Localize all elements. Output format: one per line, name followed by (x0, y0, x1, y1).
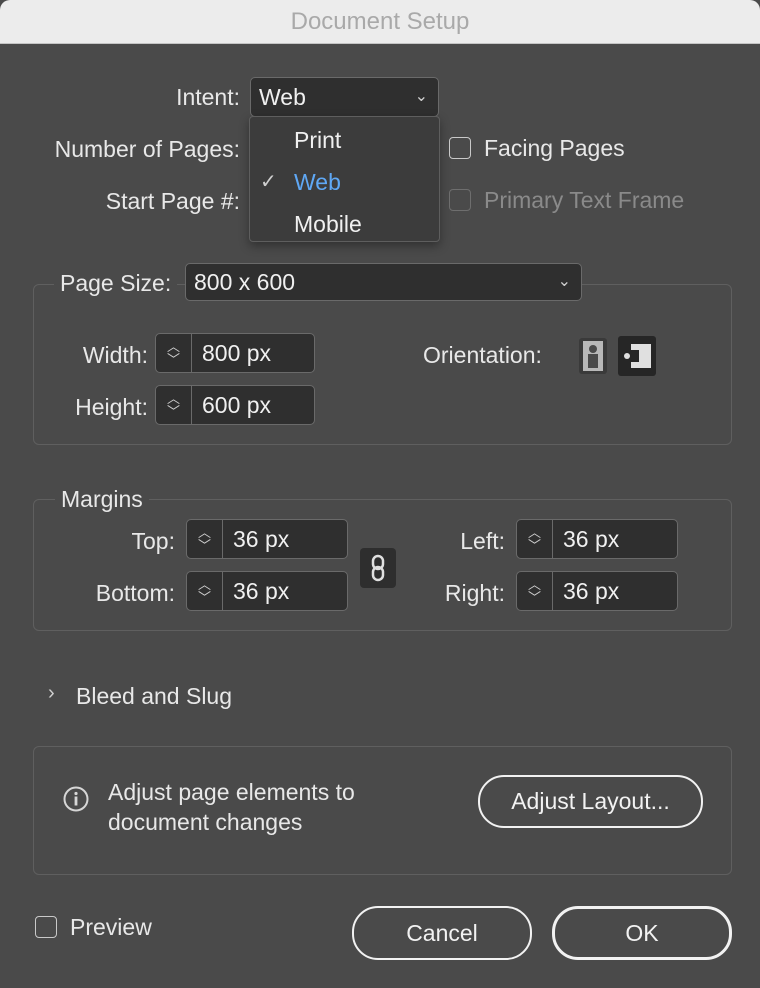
page-size-select[interactable]: 800 x 600 ⌄ (185, 263, 582, 301)
chain-link-icon (371, 554, 385, 582)
chevron-down-icon: ⌄ (414, 88, 428, 105)
margin-right-label: Right: (444, 580, 505, 606)
stepper-arrows-icon[interactable]: ︿ ﹀ (187, 520, 223, 558)
adjust-text-line2: document changes (108, 809, 303, 835)
window-title: Document Setup (290, 7, 470, 35)
bleed-and-slug-disclosure[interactable]: › Bleed and Slug (46, 680, 276, 714)
orientation-label: Orientation: (423, 342, 542, 368)
portrait-icon (579, 338, 607, 374)
margin-top-label: Top: (131, 528, 175, 554)
intent-value: Web (259, 83, 306, 110)
width-stepper[interactable]: ︿ ﹀ 800 px (155, 333, 315, 373)
chevron-down-icon: ⌄ (557, 273, 571, 290)
number-of-pages-label: Number of Pages: (54, 136, 240, 162)
bleed-and-slug-label: Bleed and Slug (76, 683, 233, 709)
height-value[interactable]: 600 px (192, 386, 314, 424)
facing-pages-label: Facing Pages (484, 135, 625, 161)
primary-text-frame-checkbox[interactable] (449, 189, 471, 211)
landscape-orientation-button[interactable] (617, 335, 657, 377)
page-size-label: Page Size: (54, 270, 178, 297)
margin-right-value[interactable]: 36 px (553, 572, 677, 610)
facing-pages-checkbox[interactable] (449, 137, 471, 159)
stepper-arrows-icon[interactable]: ︿ ﹀ (187, 572, 223, 610)
stepper-arrows-icon[interactable]: ︿ ﹀ (156, 386, 192, 424)
link-margins-button[interactable] (360, 548, 396, 588)
height-stepper[interactable]: ︿ ﹀ 600 px (155, 385, 315, 425)
margin-left-stepper[interactable]: ︿ ﹀ 36 px (516, 519, 678, 559)
height-label: Height: (75, 394, 148, 420)
intent-select[interactable]: Web ⌄ (250, 77, 439, 117)
title-bar: Document Setup (0, 0, 760, 44)
intent-option-print[interactable]: Print (250, 119, 439, 159)
start-page-label: Start Page #: (105, 188, 240, 214)
page-size-value: 800 x 600 (194, 268, 296, 295)
stepper-arrows-icon[interactable]: ︿ ﹀ (156, 334, 192, 372)
preview-checkbox[interactable] (35, 916, 57, 938)
portrait-orientation-button[interactable] (578, 337, 608, 375)
margin-top-value[interactable]: 36 px (223, 520, 347, 558)
margin-bottom-stepper[interactable]: ︿ ﹀ 36 px (186, 571, 348, 611)
width-label: Width: (82, 342, 148, 368)
checkmark-icon: ✓ (260, 171, 277, 193)
cancel-button[interactable]: Cancel (352, 906, 532, 960)
margin-bottom-value[interactable]: 36 px (223, 572, 347, 610)
width-value[interactable]: 800 px (192, 334, 314, 372)
landscape-icon (618, 336, 656, 376)
margin-bottom-label: Bottom: (95, 580, 175, 606)
margins-title: Margins (55, 486, 149, 513)
chevron-right-icon: › (48, 682, 55, 704)
margin-left-value[interactable]: 36 px (553, 520, 677, 558)
margin-right-stepper[interactable]: ︿ ﹀ 36 px (516, 571, 678, 611)
stepper-arrows-icon[interactable]: ︿ ﹀ (517, 572, 553, 610)
primary-text-frame-label: Primary Text Frame (484, 187, 685, 213)
ok-button[interactable]: OK (552, 906, 732, 960)
stepper-arrows-icon[interactable]: ︿ ﹀ (517, 520, 553, 558)
preview-label: Preview (70, 914, 152, 940)
intent-option-web[interactable]: ✓ Web (250, 161, 439, 201)
margin-top-stepper[interactable]: ︿ ﹀ 36 px (186, 519, 348, 559)
intent-label: Intent: (176, 84, 240, 110)
margin-left-label: Left: (460, 528, 505, 554)
adjust-layout-button[interactable]: Adjust Layout... (478, 775, 703, 828)
intent-option-mobile[interactable]: Mobile (250, 203, 439, 243)
intent-dropdown-menu: Print ✓ Web Mobile (249, 116, 440, 242)
info-icon (63, 786, 89, 812)
adjust-text-line1: Adjust page elements to (108, 779, 355, 805)
